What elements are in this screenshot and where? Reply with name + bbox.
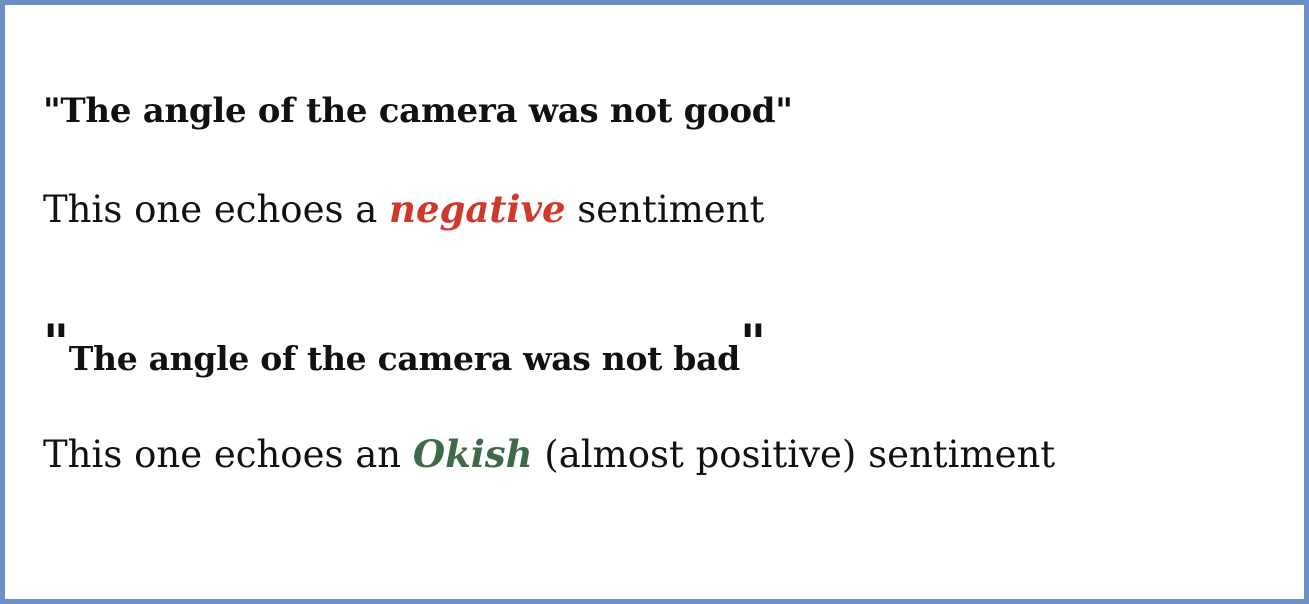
example-2-quote-text: The angle of the camera was not bad	[68, 339, 741, 378]
example-2-sentence-prefix: This one echoes an	[43, 433, 413, 476]
negative-sentiment-word: negative	[389, 187, 566, 231]
example-2-sentence-suffix: (almost positive) sentiment	[532, 433, 1056, 476]
example-2-quote: "The angle of the camera was not bad"	[43, 313, 766, 382]
example-1-sentence: This one echoes a negative sentiment	[43, 187, 764, 231]
example-1-quote: "The angle of the camera was not good"	[43, 91, 793, 131]
example-2-sentence: This one echoes an Okish (almost positiv…	[43, 432, 1055, 476]
okish-sentiment-word: Okish	[412, 432, 533, 476]
example-2-close-quote: "	[739, 313, 766, 372]
example-1-sentence-prefix: This one echoes a	[43, 188, 390, 231]
content-frame: "The angle of the camera was not good" T…	[0, 0, 1309, 604]
example-2-open-quote: "	[43, 313, 69, 372]
example-1-sentence-suffix: sentiment	[565, 188, 765, 231]
